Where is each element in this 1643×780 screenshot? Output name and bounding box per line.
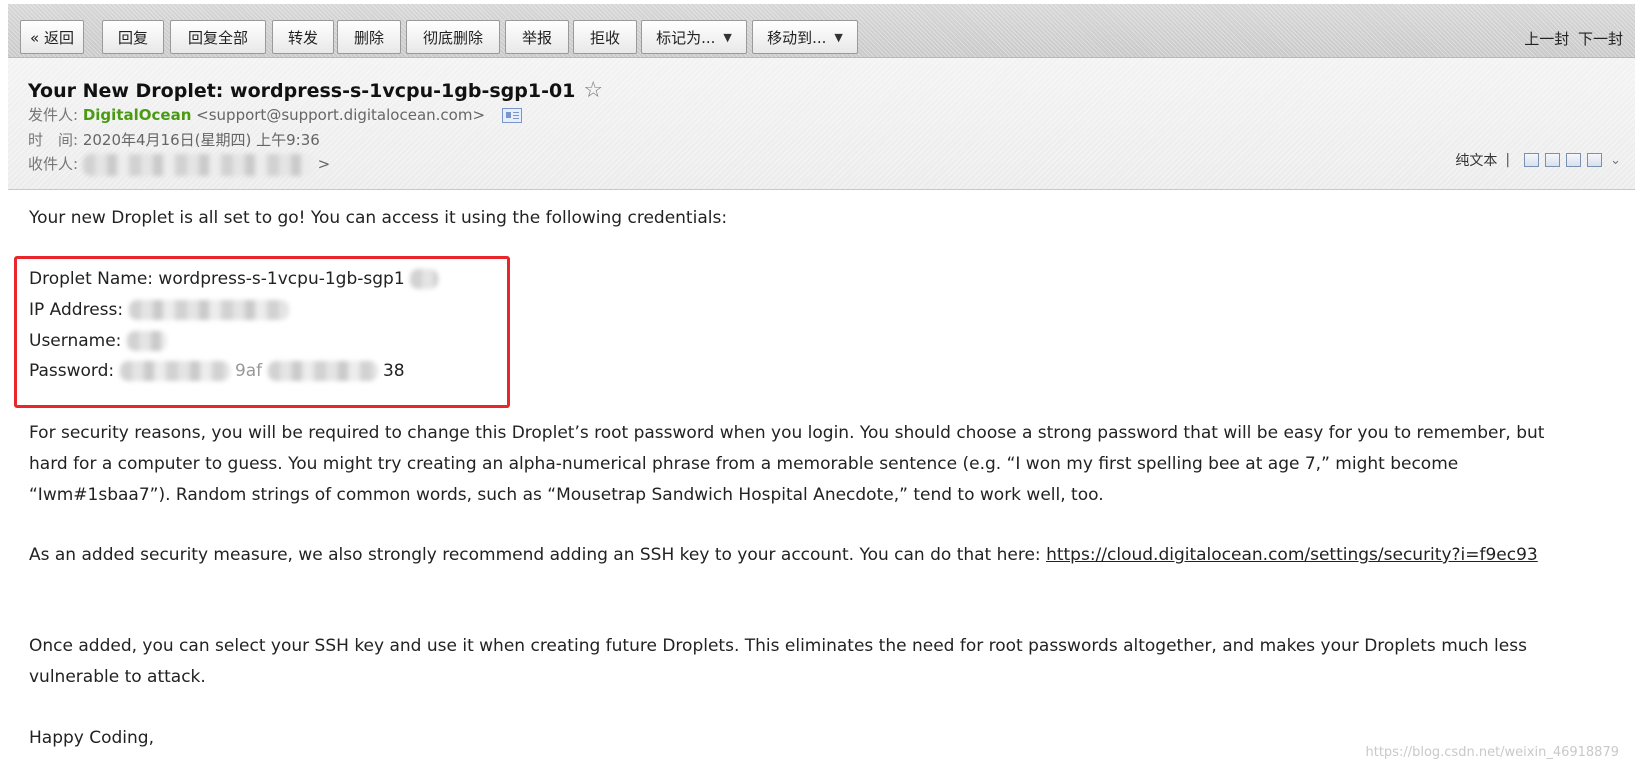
reject-button[interactable]: 拒收 (573, 20, 637, 54)
password-fragment: 9af (234, 361, 263, 381)
star-icon[interactable]: ☆ (583, 78, 603, 103)
mail-subject: Your New Droplet: wordpress-s-1vcpu-1gb-… (28, 78, 603, 103)
move-to-dropdown[interactable]: 移动到... ▼ (752, 20, 858, 54)
password-line: Password: 9af 38 (29, 356, 405, 387)
mail-body: Your new Droplet is all set to go! You c… (8, 190, 1635, 780)
contact-card-icon[interactable] (501, 108, 522, 123)
to-label: 收件人: (28, 155, 79, 173)
delete-button[interactable]: 删除 (337, 20, 401, 54)
ssh-text: As an added security measure, we also st… (29, 545, 1047, 565)
closing-line: Happy Coding, (29, 728, 155, 748)
next-mail-link[interactable]: 下一封 (1578, 30, 1623, 48)
password-label: Password: (29, 361, 120, 381)
caret-down-icon: ▼ (723, 30, 732, 44)
droplet-name-line: Droplet Name: wordpress-s-1vcpu-1gb-sgp1 (29, 264, 439, 295)
ssh-paragraph: As an added security measure, we also st… (29, 540, 1549, 571)
new-window-icon[interactable] (1524, 153, 1540, 167)
subject-text: Your New Droplet: wordpress-s-1vcpu-1gb-… (28, 79, 576, 102)
ip-label: IP Address: (29, 300, 129, 320)
time-label: 时 间: (28, 131, 79, 149)
redacted-ip (128, 300, 289, 320)
once-added-paragraph: Once added, you can select your SSH key … (29, 636, 1527, 687)
time-row: 时 间: 2020年4月16日(星期四) 上午9:36 (28, 129, 320, 150)
mail-header: Your New Droplet: wordpress-s-1vcpu-1gb-… (8, 58, 1635, 190)
document-icon[interactable] (1545, 153, 1561, 167)
ssh-settings-link[interactable]: https://cloud.digitalocean.com/settings/… (1046, 545, 1538, 565)
password-tail: 38 (382, 361, 405, 381)
redacted-password (119, 361, 230, 381)
mark-as-label: 标记为... (656, 28, 716, 47)
plain-text-link[interactable]: 纯文本 (1455, 150, 1497, 170)
reply-button[interactable]: 回复 (102, 20, 164, 54)
redacted-text (410, 269, 439, 289)
mail-toolbar: « 返回 回复 回复全部 转发 删除 彻底删除 举报 拒收 标记为... ▼ 移… (8, 4, 1635, 58)
chevron-down-icon[interactable]: ⌄ (1610, 153, 1621, 168)
view-tools: 纯文本 | ⌄ (1455, 150, 1621, 170)
reply-all-button[interactable]: 回复全部 (170, 20, 266, 54)
caret-down-icon: ▼ (834, 30, 843, 44)
recipient-row: 收件人: > (28, 153, 330, 176)
move-to-label: 移动到... (767, 28, 827, 47)
watermark: https://blog.csdn.net/weixin_46918879 (1365, 745, 1619, 760)
forward-button[interactable]: 转发 (272, 20, 334, 54)
download-icon[interactable] (1566, 153, 1582, 167)
droplet-name-text: Droplet Name: wordpress-s-1vcpu-1gb-sgp1 (29, 269, 405, 289)
mark-as-dropdown[interactable]: 标记为... ▼ (641, 20, 747, 54)
email-view: « 返回 回复 回复全部 转发 删除 彻底删除 举报 拒收 标记为... ▼ 移… (0, 0, 1643, 780)
from-label: 发件人: (28, 106, 79, 124)
back-button[interactable]: « 返回 (20, 20, 84, 54)
redacted-username (126, 331, 167, 351)
print-icon[interactable] (1587, 153, 1603, 167)
time-value: 2020年4月16日(星期四) 上午9:36 (82, 131, 320, 149)
mail-pager: 上一封 下一封 (1520, 28, 1623, 49)
divider: | (1505, 152, 1511, 168)
intro-paragraph: Your new Droplet is all set to go! You c… (29, 208, 728, 228)
prev-mail-link[interactable]: 上一封 (1524, 30, 1569, 48)
delete-forever-button[interactable]: 彻底删除 (406, 20, 500, 54)
redacted-password (267, 361, 378, 381)
sender-row: 发件人: DigitalOcean <support@support.digit… (28, 104, 522, 125)
ip-address-line: IP Address: (29, 295, 289, 326)
report-button[interactable]: 举报 (505, 20, 569, 54)
to-suffix: > (317, 155, 331, 173)
sender-email: <support@support.digitalocean.com> (196, 106, 486, 124)
username-line: Username: (29, 326, 167, 357)
username-label: Username: (29, 331, 127, 351)
sender-name[interactable]: DigitalOcean (83, 106, 192, 124)
redacted-recipient (82, 153, 313, 176)
security-paragraph: For security reasons, you will be requir… (29, 423, 1545, 505)
